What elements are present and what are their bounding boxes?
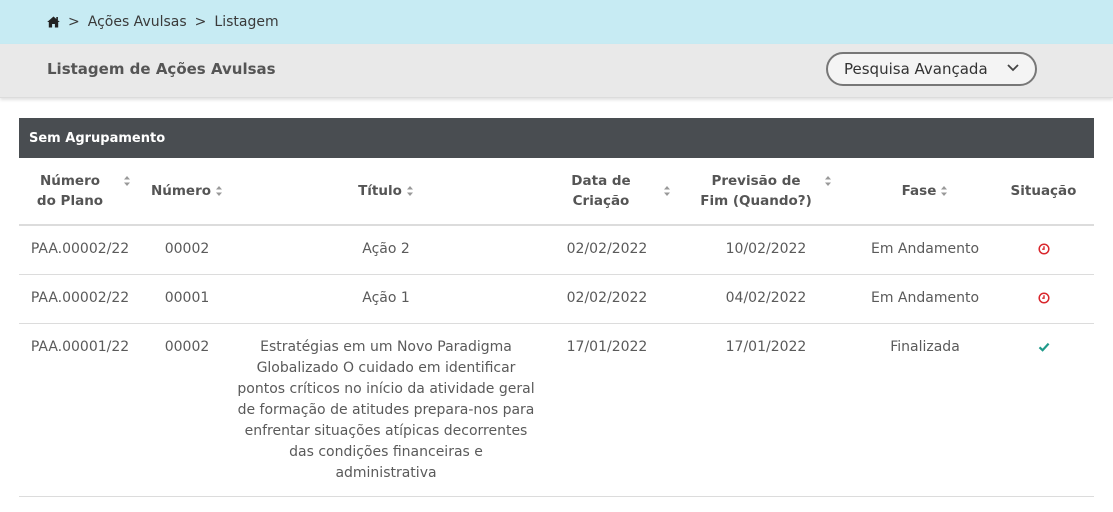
actions-table: Número do Plano Número Título Data de Cr… [19, 158, 1094, 497]
cell-situacao [993, 323, 1094, 497]
cell-situacao [993, 225, 1094, 275]
column-label: Fase [901, 183, 937, 199]
clock-icon [1037, 243, 1050, 255]
table-row[interactable]: PAA.00002/22 00001 Ação 1 02/02/2022 04/… [19, 274, 1094, 324]
column-label: Situação [1010, 183, 1077, 199]
advanced-search-label: Pesquisa Avançada [844, 60, 988, 78]
cell-previsao-fim: 10/02/2022 [675, 225, 857, 275]
cell-titulo: Ação 2 [233, 225, 539, 275]
cell-situacao [993, 274, 1094, 324]
column-header-data-criacao[interactable]: Data de Criação [539, 158, 675, 226]
breadcrumb-separator: > [68, 14, 80, 30]
sort-icon[interactable] [940, 185, 948, 197]
home-icon[interactable] [47, 16, 60, 28]
cell-previsao-fim: 04/02/2022 [675, 274, 857, 324]
cell-data-criacao: 02/02/2022 [539, 225, 675, 275]
group-label: Sem Agrupamento [29, 130, 166, 146]
column-header-numero[interactable]: Número [141, 158, 233, 226]
column-label: Título [358, 183, 402, 199]
sort-icon[interactable] [663, 185, 671, 197]
cell-numero-plano: PAA.00002/22 [19, 274, 141, 324]
cell-previsao-fim: 17/01/2022 [675, 323, 857, 497]
breadcrumb-item-listagem[interactable]: Listagem [214, 14, 278, 30]
breadcrumb-separator: > [194, 14, 207, 30]
cell-numero-plano: PAA.00001/22 [19, 323, 141, 497]
cell-numero: 00002 [141, 323, 233, 497]
column-header-situacao: Situação [993, 158, 1094, 226]
cell-numero: 00002 [141, 225, 233, 275]
sort-icon[interactable] [406, 185, 414, 197]
sort-icon[interactable] [123, 175, 131, 187]
column-header-previsao-fim[interactable]: Previsão de Fim (Quando?) [675, 158, 857, 226]
cell-fase: Em Andamento [857, 274, 993, 324]
cell-titulo: Ação 1 [233, 274, 539, 324]
page-title: Listagem de Ações Avulsas [47, 60, 276, 78]
column-label: Previsão de Fim (Quando?) [700, 173, 812, 209]
page-header: Listagem de Ações Avulsas Pesquisa Avanç… [0, 44, 1113, 98]
cell-numero: 00001 [141, 274, 233, 324]
cell-titulo: Estratégias em um Novo Paradigma Globali… [233, 323, 539, 497]
sort-icon[interactable] [215, 185, 223, 197]
column-header-numero-plano[interactable]: Número do Plano [19, 158, 141, 226]
sort-icon[interactable] [824, 175, 832, 187]
cell-data-criacao: 02/02/2022 [539, 274, 675, 324]
chevron-down-icon [1007, 64, 1019, 72]
table-header-row: Número do Plano Número Título Data de Cr… [19, 158, 1094, 226]
check-icon [1038, 341, 1050, 353]
column-header-fase[interactable]: Fase [857, 158, 993, 226]
clock-icon [1037, 292, 1050, 304]
cell-numero-plano: PAA.00002/22 [19, 225, 141, 275]
table-row[interactable]: PAA.00002/22 00002 Ação 2 02/02/2022 10/… [19, 225, 1094, 275]
column-label: Número [150, 183, 212, 199]
cell-fase: Em Andamento [857, 225, 993, 275]
column-label: Data de Criação [571, 173, 631, 209]
cell-data-criacao: 17/01/2022 [539, 323, 675, 497]
breadcrumb: > Ações Avulsas > Listagem [0, 0, 1113, 44]
advanced-search-button[interactable]: Pesquisa Avançada [826, 52, 1037, 86]
breadcrumb-item-acoes-avulsas[interactable]: Ações Avulsas [88, 14, 187, 30]
cell-fase: Finalizada [857, 323, 993, 497]
group-header: Sem Agrupamento [19, 118, 1094, 158]
column-header-titulo[interactable]: Título [233, 158, 539, 226]
table-row[interactable]: PAA.00001/22 00002 Estratégias em um Nov… [19, 323, 1094, 497]
column-label: Número do Plano [36, 173, 104, 209]
